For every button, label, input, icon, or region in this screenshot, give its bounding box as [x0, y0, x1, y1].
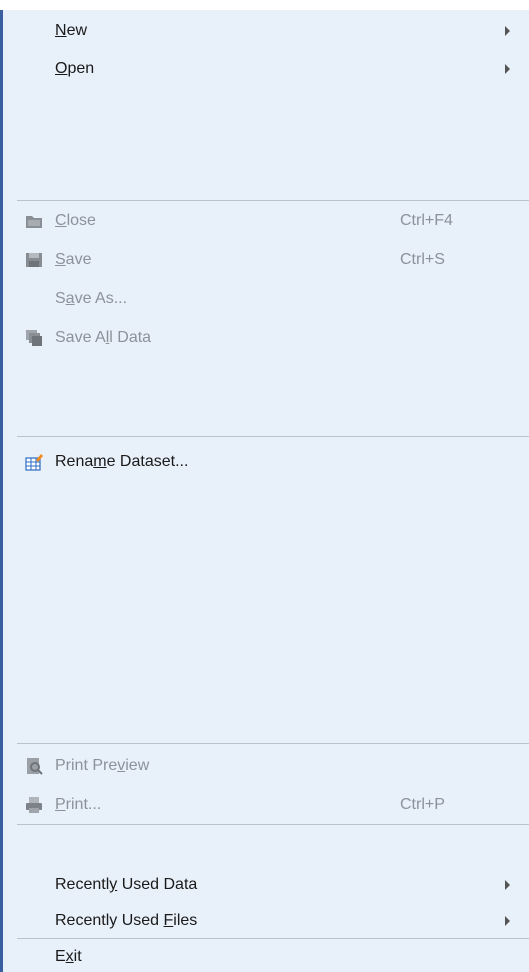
submenu-arrow-icon: [505, 26, 510, 36]
menu-item-recently-used-data[interactable]: Recently Used Data: [3, 870, 529, 900]
menu-item-print-preview[interactable]: Print Preview: [3, 751, 529, 781]
menu-item-close[interactable]: Close Ctrl+F4: [3, 206, 529, 236]
menu-item-open-label: Open: [55, 60, 95, 77]
menu-item-save-as[interactable]: Save As...: [3, 284, 529, 314]
table-edit-icon: [25, 453, 43, 471]
menu-item-save-as-label: Save As...: [55, 290, 128, 307]
file-menu: New Open Close Ctrl+F4 Save Ctrl+S Save …: [0, 10, 529, 972]
menu-separator: [17, 743, 529, 744]
menu-item-close-shortcut: Ctrl+F4: [400, 212, 453, 229]
menu-item-close-label: Close: [55, 212, 96, 229]
submenu-arrow-icon: [505, 880, 510, 890]
menu-item-print-shortcut: Ctrl+P: [400, 796, 445, 813]
submenu-arrow-icon: [505, 916, 510, 926]
menu-item-save-all-data[interactable]: Save All Data: [3, 323, 529, 353]
menu-item-recent-data-label: Recently Used Data: [55, 876, 198, 893]
menu-item-new-label: New: [55, 22, 88, 39]
menu-item-new[interactable]: New: [3, 16, 529, 46]
menu-separator: [17, 200, 529, 201]
menu-item-save-shortcut: Ctrl+S: [400, 251, 445, 268]
menu-separator: [17, 938, 529, 939]
menu-item-open[interactable]: Open: [3, 54, 529, 84]
menu-item-recent-files-label: Recently Used Files: [55, 912, 198, 929]
menu-item-save-label: Save: [55, 251, 92, 268]
menu-item-rename-dataset[interactable]: Rename Dataset...: [3, 447, 529, 477]
print-preview-icon: [25, 757, 43, 775]
menu-item-exit-label: Exit: [55, 948, 82, 965]
menu-item-print[interactable]: Print... Ctrl+P: [3, 790, 529, 820]
folder-close-icon: [25, 212, 43, 230]
menu-item-exit[interactable]: Exit: [3, 942, 529, 972]
menu-separator: [17, 436, 529, 437]
menu-item-recently-used-files[interactable]: Recently Used Files: [3, 906, 529, 936]
menu-item-save[interactable]: Save Ctrl+S: [3, 245, 529, 275]
submenu-arrow-icon: [505, 64, 510, 74]
menu-item-print-preview-label: Print Preview: [55, 757, 150, 774]
menu-separator: [17, 824, 529, 825]
floppy-disk-icon: [25, 251, 43, 269]
menu-item-save-all-label: Save All Data: [55, 329, 152, 346]
printer-icon: [25, 796, 43, 814]
menu-item-rename-label: Rename Dataset...: [55, 453, 189, 470]
menu-item-print-label: Print...: [55, 796, 102, 813]
multiple-disks-icon: [25, 329, 43, 347]
